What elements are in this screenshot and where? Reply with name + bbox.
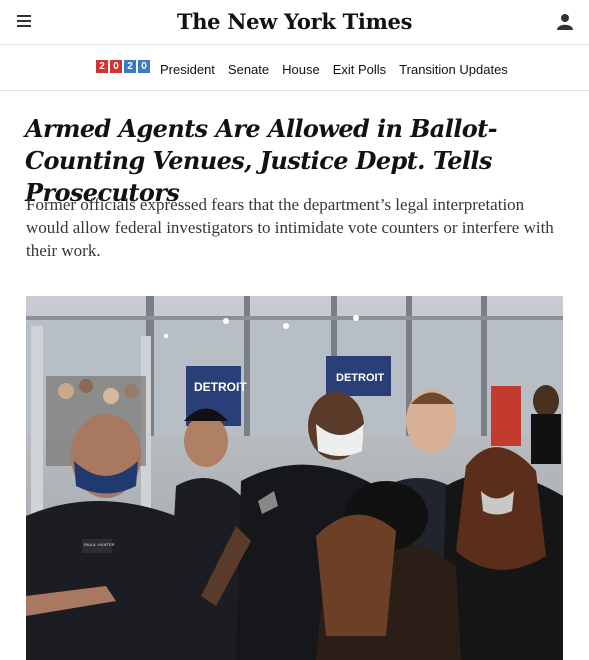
- nav-item-transition-updates[interactable]: Transition Updates: [399, 62, 508, 77]
- user-account-icon[interactable]: [557, 13, 573, 30]
- badge-digit: 2: [124, 60, 136, 73]
- photo-sign-text: DETROIT: [194, 380, 247, 394]
- crowd-photo-illustration: DETROIT DETROIT RKA A. HUNTER: [26, 296, 563, 660]
- section-nav: 2 0 2 0 President Senate House Exit Poll…: [0, 44, 589, 91]
- badge-digit: 0: [138, 60, 150, 73]
- badge-digit: 0: [110, 60, 122, 73]
- article-summary: Former officials expressed fears that th…: [26, 195, 554, 260]
- top-bar: The New York Times: [0, 0, 589, 45]
- nyt-logo[interactable]: The New York Times: [0, 9, 589, 34]
- nav-item-senate[interactable]: Senate: [228, 62, 269, 77]
- badge-digit: 2: [96, 60, 108, 73]
- badge-patch-text: RKA A. HUNTER: [84, 542, 115, 547]
- photo-sign-text: DETROIT: [336, 372, 385, 384]
- nav-item-president[interactable]: President: [160, 62, 215, 77]
- nav-item-house[interactable]: House: [282, 62, 320, 77]
- election-2020-badge[interactable]: 2 0 2 0: [96, 60, 150, 73]
- nav-item-exit-polls[interactable]: Exit Polls: [333, 62, 386, 77]
- article-photo: DETROIT DETROIT RKA A. HUNTER: [26, 296, 563, 660]
